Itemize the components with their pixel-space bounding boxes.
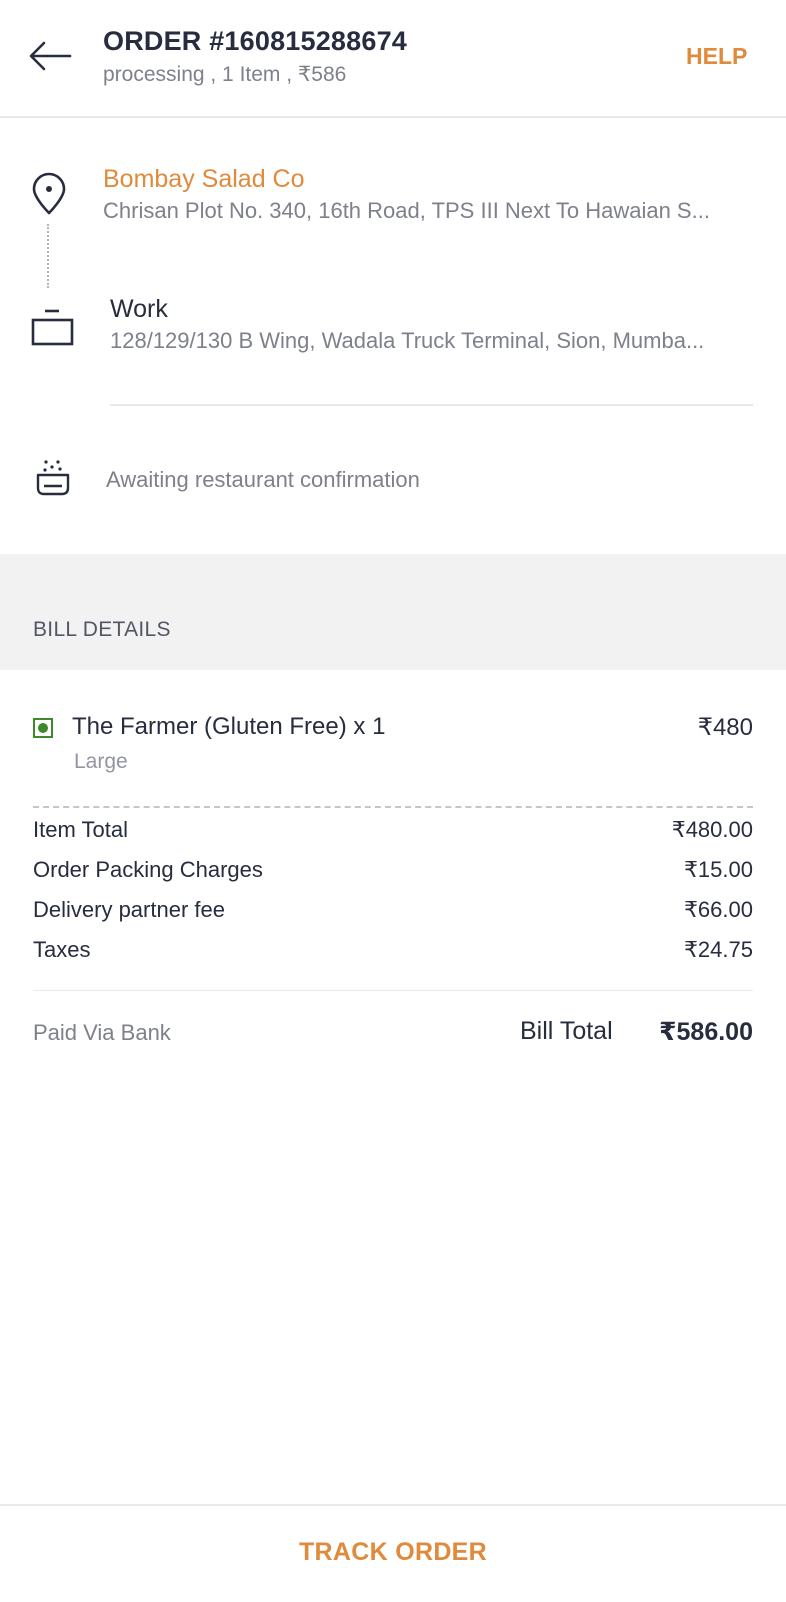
- bill-row-value: ₹15.00: [683, 857, 753, 882]
- header-bar: [0, 0, 786, 118]
- help-button[interactable]: HELP: [686, 43, 747, 70]
- restaurant-name[interactable]: Bombay Salad Co: [103, 165, 305, 194]
- item-variant: Large: [74, 750, 128, 773]
- route-dotted-line: [47, 224, 49, 288]
- delivery-address-label: Work: [110, 295, 168, 323]
- delivery-address: 128/129/130 B Wing, Wadala Truck Termina…: [110, 328, 705, 353]
- bill-row-packing-charges: Order Packing Charges ₹15.00: [33, 857, 753, 887]
- bill-row-value: ₹66.00: [683, 897, 753, 922]
- item-name: The Farmer (Gluten Free) x 1: [72, 713, 386, 740]
- bill-row-label: Taxes: [33, 937, 91, 962]
- bill-row-value: ₹24.75: [683, 937, 753, 962]
- track-order-button[interactable]: TRACK ORDER: [0, 1504, 786, 1600]
- arrow-left-icon: [29, 41, 72, 71]
- restaurant-address: Chrisan Plot No. 340, 16th Road, TPS III…: [103, 198, 710, 223]
- bill-details-header: [0, 554, 786, 670]
- location-pin-icon: [31, 172, 67, 216]
- bill-total-value: ₹586.00: [659, 1018, 753, 1046]
- order-status-text: Awaiting restaurant confirmation: [106, 467, 420, 492]
- item-dashed-divider: [33, 806, 753, 808]
- veg-indicator-dot: [38, 723, 48, 733]
- bill-total-divider: [33, 990, 753, 991]
- bill-row-label: Delivery partner fee: [33, 897, 225, 922]
- order-title: ORDER #160815288674: [103, 26, 408, 56]
- payment-method: Paid Via Bank: [33, 1020, 171, 1045]
- bill-row-item-total: Item Total ₹480.00: [33, 817, 753, 847]
- bill-row-label: Order Packing Charges: [33, 857, 263, 882]
- bill-row-value: ₹480.00: [671, 817, 753, 842]
- bill-details-title: BILL DETAILS: [33, 618, 171, 641]
- bill-row-label: Item Total: [33, 817, 128, 842]
- order-status-summary: processing , 1 Item , ₹586: [103, 63, 347, 86]
- bill-row-taxes: Taxes ₹24.75: [33, 937, 753, 967]
- briefcase-icon: [31, 308, 75, 348]
- bill-total-label: Bill Total: [520, 1017, 613, 1045]
- back-button[interactable]: [26, 36, 74, 76]
- address-divider: [110, 404, 753, 406]
- cooking-pot-icon: [36, 458, 70, 502]
- item-price: ₹480: [697, 714, 753, 741]
- bill-row-delivery-fee: Delivery partner fee ₹66.00: [33, 897, 753, 927]
